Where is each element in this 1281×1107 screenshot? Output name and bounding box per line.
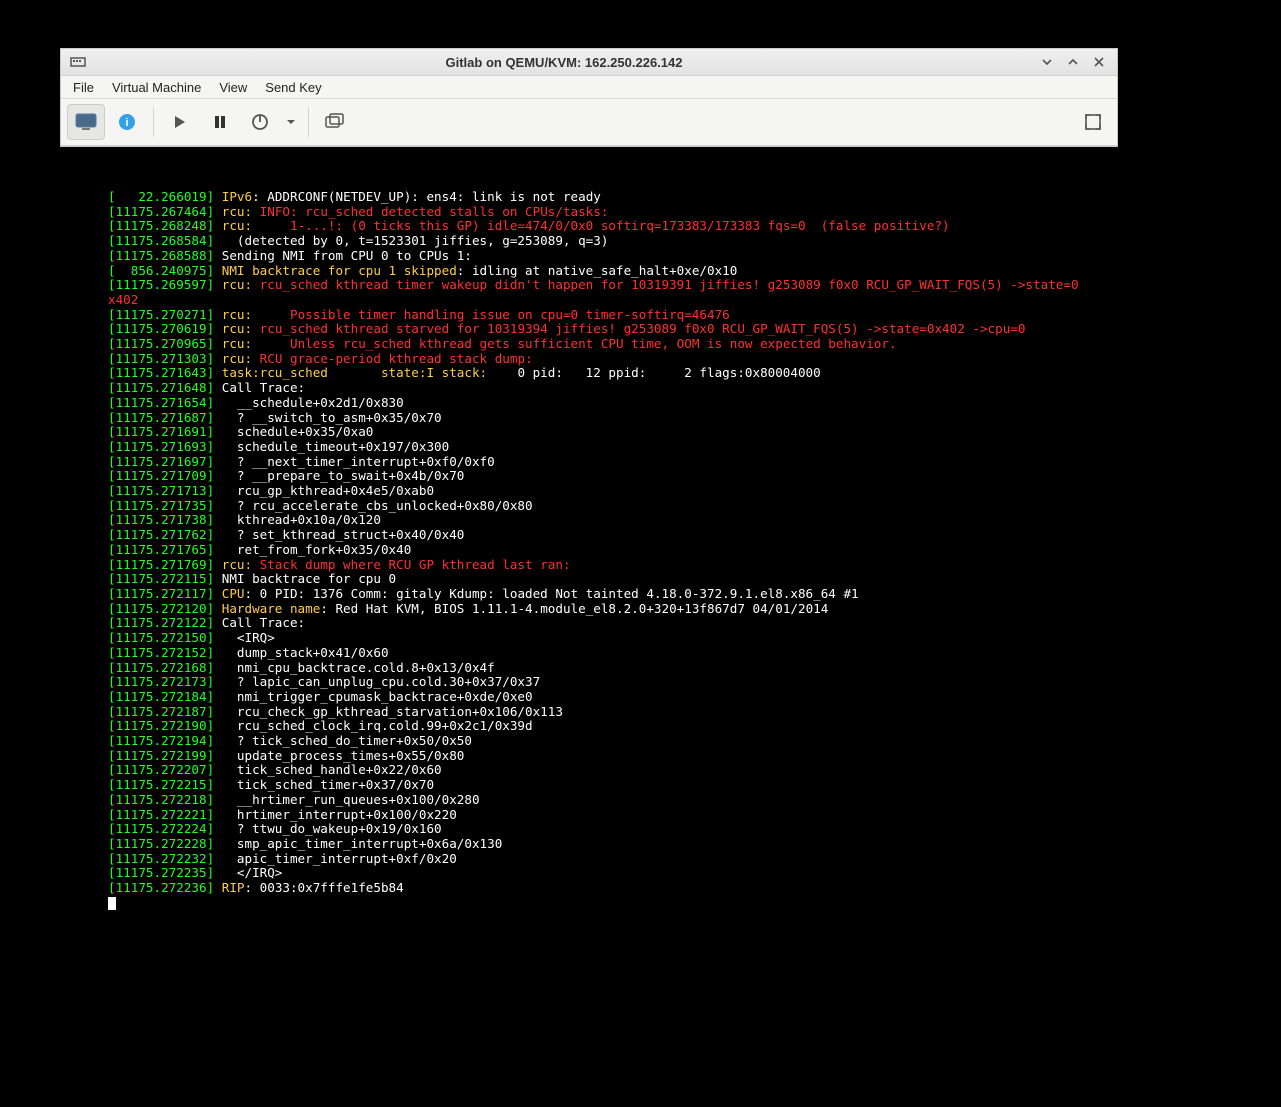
close-icon[interactable]	[1093, 56, 1109, 68]
console-line: [11175.271762] ? set_kthread_struct+0x40…	[108, 528, 1079, 543]
menubar: File Virtual Machine View Send Key	[61, 76, 1117, 99]
console-line: [11175.271693] schedule_timeout+0x197/0x…	[108, 440, 1079, 455]
console-line: [ 856.240975] NMI backtrace for cpu 1 sk…	[108, 264, 1079, 279]
console-line: [11175.272168] nmi_cpu_backtrace.cold.8+…	[108, 661, 1079, 676]
console-line: [11175.271687] ? __switch_to_asm+0x35/0x…	[108, 411, 1079, 426]
toolbar-separator-2	[308, 107, 309, 137]
console-line: [11175.272232] apic_timer_interrupt+0xf/…	[108, 852, 1079, 867]
console-line: [11175.272228] smp_apic_timer_interrupt+…	[108, 837, 1079, 852]
console-line: [11175.271697] ? __next_timer_interrupt+…	[108, 455, 1079, 470]
menu-file[interactable]: File	[65, 78, 102, 97]
console-button[interactable]	[67, 104, 105, 140]
console-line: [11175.269597] rcu: rcu_sched kthread ti…	[108, 278, 1079, 293]
console-line: [11175.272122] Call Trace:	[108, 616, 1079, 631]
console-line: [ 22.266019] IPv6: ADDRCONF(NETDEV_UP): …	[108, 190, 1079, 205]
menu-send-key[interactable]: Send Key	[257, 78, 329, 97]
console-line: [11175.272235] </IRQ>	[108, 866, 1079, 881]
console-line: [11175.271738] kthread+0x10a/0x120	[108, 513, 1079, 528]
menu-virtual-machine[interactable]: Virtual Machine	[104, 78, 209, 97]
console-line: [11175.268588] Sending NMI from CPU 0 to…	[108, 249, 1079, 264]
console-line: [11175.272236] RIP: 0033:0x7fffe1fe5b84	[108, 881, 1079, 896]
console-line: [11175.271643] task:rcu_sched state:I st…	[108, 366, 1079, 381]
power-button[interactable]	[242, 105, 278, 139]
console-line: [11175.272207] tick_sched_handle+0x22/0x…	[108, 763, 1079, 778]
console-line: [11175.271713] rcu_gp_kthread+0x4e5/0xab…	[108, 484, 1079, 499]
console-line: [11175.272117] CPU: 0 PID: 1376 Comm: gi…	[108, 587, 1079, 602]
maximize-icon[interactable]	[1067, 56, 1083, 68]
menu-view[interactable]: View	[211, 78, 255, 97]
toolbar-separator	[153, 107, 154, 137]
toolbar: i	[61, 99, 1117, 146]
console-line: [11175.272152] dump_stack+0x41/0x60	[108, 646, 1079, 661]
console-line: [11175.270271] rcu: Possible timer handl…	[108, 308, 1079, 323]
app-icon	[69, 53, 87, 71]
console-line: [11175.271648] Call Trace:	[108, 381, 1079, 396]
snapshot-button[interactable]	[317, 105, 353, 139]
window-title: Gitlab on QEMU/KVM: 162.250.226.142	[87, 55, 1041, 70]
titlebar[interactable]: Gitlab on QEMU/KVM: 162.250.226.142	[61, 49, 1117, 76]
console-line: [11175.272173] ? lapic_can_unplug_cpu.co…	[108, 675, 1079, 690]
fullscreen-button[interactable]	[1075, 105, 1111, 139]
console-line: [11175.272184] nmi_trigger_cpumask_backt…	[108, 690, 1079, 705]
console-line: [11175.271735] ? rcu_accelerate_cbs_unlo…	[108, 499, 1079, 514]
console-line: [11175.272187] rcu_check_gp_kthread_star…	[108, 705, 1079, 720]
console-line: [11175.272194] ? tick_sched_do_timer+0x5…	[108, 734, 1079, 749]
console-line: [11175.272224] ? ttwu_do_wakeup+0x19/0x1…	[108, 822, 1079, 837]
svg-text:i: i	[125, 117, 128, 129]
console-line: [11175.271303] rcu: RCU grace-period kth…	[108, 352, 1079, 367]
console-line: x402	[108, 293, 1079, 308]
cursor	[108, 897, 116, 910]
power-menu-dropdown[interactable]	[282, 105, 300, 139]
details-button[interactable]: i	[109, 105, 145, 139]
console-line: [11175.272150] <IRQ>	[108, 631, 1079, 646]
console-line: [11175.272199] update_process_times+0x55…	[108, 749, 1079, 764]
minimize-icon[interactable]	[1041, 56, 1057, 68]
console-line: [11175.271691] schedule+0x35/0xa0	[108, 425, 1079, 440]
console-line: [11175.272115] NMI backtrace for cpu 0	[108, 572, 1079, 587]
console-line: [11175.271769] rcu: Stack dump where RCU…	[108, 558, 1079, 573]
vm-console[interactable]: [ 22.266019] IPv6: ADDRCONF(NETDEV_UP): …	[108, 190, 1079, 910]
console-line: [11175.270619] rcu: rcu_sched kthread st…	[108, 322, 1079, 337]
console-line: [11175.272215] tick_sched_timer+0x37/0x7…	[108, 778, 1079, 793]
console-line: [11175.268584] (detected by 0, t=1523301…	[108, 234, 1079, 249]
console-line: [11175.272218] __hrtimer_run_queues+0x10…	[108, 793, 1079, 808]
run-button[interactable]	[162, 105, 198, 139]
console-line: [11175.268248] rcu: 1-...!: (0 ticks thi…	[108, 219, 1079, 234]
console-line: [11175.267464] rcu: INFO: rcu_sched dete…	[108, 205, 1079, 220]
vm-window: Gitlab on QEMU/KVM: 162.250.226.142 File…	[60, 48, 1118, 147]
console-line: [11175.272190] rcu_sched_clock_irq.cold.…	[108, 719, 1079, 734]
pause-button[interactable]	[202, 105, 238, 139]
console-line: [11175.271654] __schedule+0x2d1/0x830	[108, 396, 1079, 411]
console-line: [11175.272221] hrtimer_interrupt+0x100/0…	[108, 808, 1079, 823]
console-line: [11175.270965] rcu: Unless rcu_sched kth…	[108, 337, 1079, 352]
console-line: [11175.271709] ? __prepare_to_swait+0x4b…	[108, 469, 1079, 484]
console-line: [11175.271765] ret_from_fork+0x35/0x40	[108, 543, 1079, 558]
console-line: [11175.272120] Hardware name: Red Hat KV…	[108, 602, 1079, 617]
